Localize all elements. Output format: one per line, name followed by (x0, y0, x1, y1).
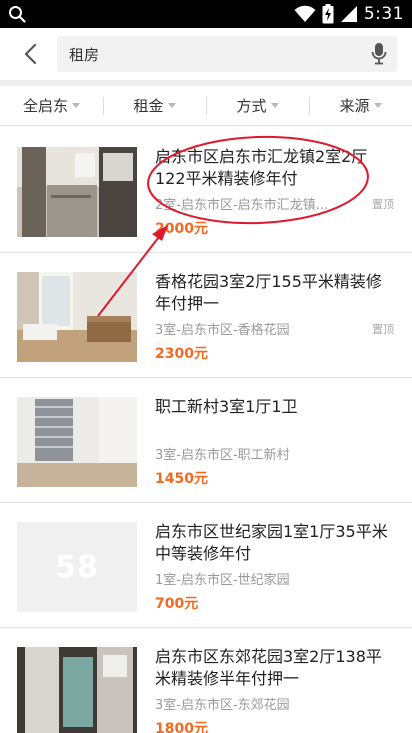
clock: 5:31 (363, 4, 404, 24)
caret-down-icon (373, 103, 382, 108)
filter-area[interactable]: 全启东 (0, 86, 103, 126)
listing-price: 1800元 (155, 721, 208, 733)
filter-rent[interactable]: 租金 (103, 86, 206, 126)
filter-label: 租金 (133, 97, 164, 115)
listing-title: 职工新村3室1厅1卫 (155, 397, 298, 416)
search-header: 租房 (0, 28, 412, 80)
caret-down-icon (270, 103, 279, 108)
listing-item[interactable]: 启东市区启东市汇龙镇2室2厅122平米精装修年付 2室-启东市区-启东市汇龙镇.… (0, 128, 412, 253)
listing-photo-living-room (17, 272, 137, 362)
caret-down-icon (167, 103, 176, 108)
placeholder-logo: 58 (55, 549, 99, 585)
search-query-text: 租房 (69, 46, 100, 64)
listing-meta: 1室-启东市区-世纪家园 (155, 573, 290, 588)
filter-source[interactable]: 来源 (309, 86, 412, 126)
wifi-icon (294, 5, 316, 22)
listing-item[interactable]: 香格花园3室2厅155平米精装修年付押一 3室-启东市区-香格花园 置顶 230… (0, 253, 412, 378)
listing-item[interactable]: 58 启东市区世纪家园1室1厅35平米中等装修年付 1室-启东市区-世纪家园 7… (0, 503, 412, 628)
listing-title: 启东市区东郊花园3室2厅138平米精装修半年付押一 (155, 647, 382, 688)
pinned-badge: 置顶 (372, 323, 394, 336)
filter-mode[interactable]: 方式 (206, 86, 309, 126)
listing-photo-placeholder: 58 (17, 522, 137, 612)
battery-charging-icon (322, 4, 334, 24)
search-icon (9, 6, 26, 23)
pinned-badge: 置顶 (372, 198, 394, 211)
listing-list: 启东市区启东市汇龙镇2室2厅122平米精装修年付 2室-启东市区-启东市汇龙镇.… (0, 128, 412, 733)
listing-photo-kitchen (17, 147, 137, 237)
filter-label: 全启东 (22, 97, 68, 115)
back-button[interactable] (14, 38, 46, 70)
listing-price: 1450元 (155, 471, 208, 487)
listing-price: 700元 (155, 596, 199, 612)
status-bar: 5:31 (0, 0, 412, 28)
caret-down-icon (72, 103, 80, 108)
listing-title: 启东市区世纪家园1室1厅35平米中等装修年付 (155, 522, 388, 563)
cell-signal-icon (340, 6, 357, 22)
filter-label: 来源 (339, 97, 370, 115)
listing-item[interactable]: 职工新村3室1厅1卫 3室-启东市区-职工新村 1450元 (0, 378, 412, 503)
listing-photo-bedroom (17, 397, 137, 487)
listing-meta: 3室-启东市区-香格花园 (155, 323, 290, 338)
listing-title: 香格花园3室2厅155平米精装修年付押一 (155, 272, 382, 313)
filter-label: 方式 (236, 97, 267, 115)
listing-meta: 2室-启东市区-启东市汇龙镇... (155, 198, 329, 213)
listing-price: 2000元 (155, 221, 208, 237)
listing-title: 启东市区启东市汇龙镇2室2厅122平米精装修年付 (155, 147, 368, 188)
back-arrow-icon (24, 43, 37, 65)
listing-meta: 3室-启东市区-东郊花园 (155, 698, 290, 713)
listing-item[interactable]: 启东市区东郊花园3室2厅138平米精装修半年付押一 3室-启东市区-东郊花园 1… (0, 628, 412, 733)
listing-photo-kitchen (17, 647, 137, 733)
listing-meta: 3室-启东市区-职工新村 (155, 448, 290, 463)
filter-bar: 全启东 租金 方式 来源 (0, 86, 412, 126)
listing-price: 2300元 (155, 346, 208, 362)
microphone-icon[interactable] (371, 42, 387, 66)
search-input[interactable]: 租房 (57, 36, 397, 72)
